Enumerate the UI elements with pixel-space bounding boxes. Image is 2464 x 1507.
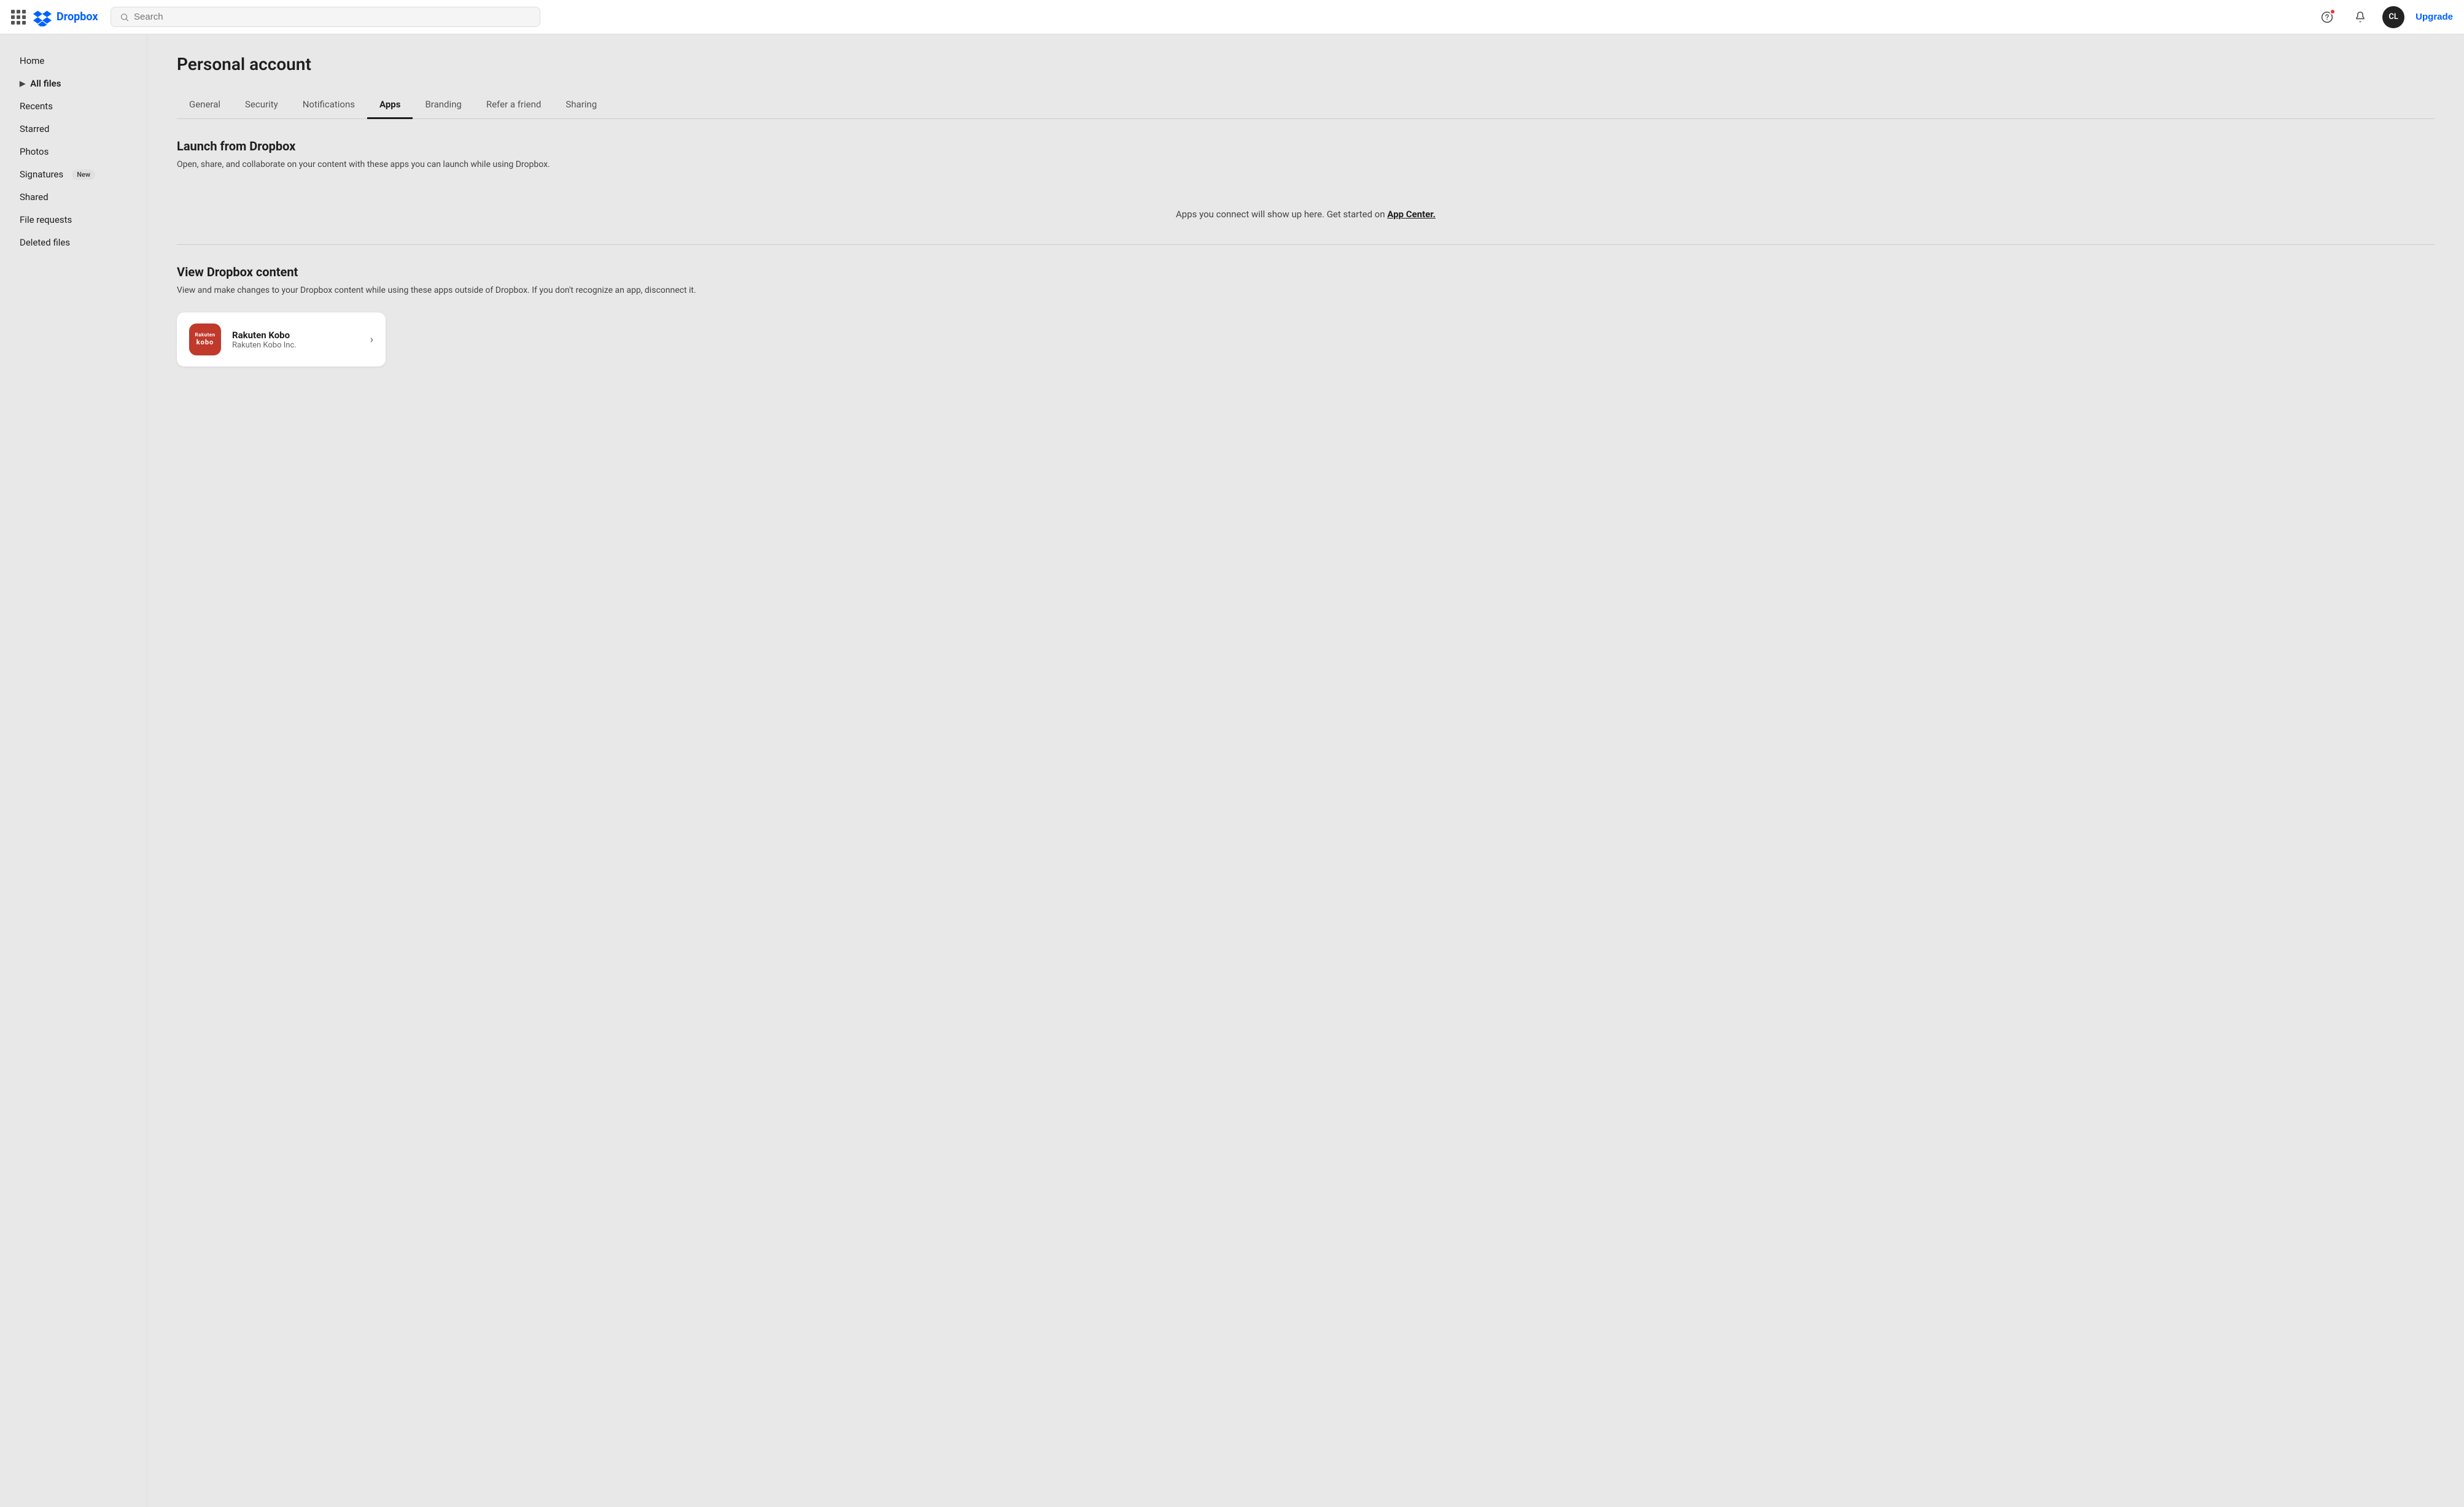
tab-general[interactable]: General [177, 91, 233, 119]
view-section: View Dropbox content View and make chang… [177, 265, 2435, 366]
tabs: General Security Notifications Apps Bran… [177, 91, 2435, 119]
avatar[interactable]: CL [2382, 6, 2404, 28]
layout: Home ▶ All files Recents Starred Photos … [0, 34, 2464, 1507]
app-icon-bottom-text: kobo [196, 338, 214, 346]
help-badge [2330, 9, 2336, 15]
view-section-title: View Dropbox content [177, 265, 2435, 279]
sidebar-item-label: File requests [20, 214, 72, 225]
sidebar-item-recents[interactable]: Recents [5, 95, 142, 117]
logo-text: Dropbox [56, 10, 98, 23]
sidebar-item-home[interactable]: Home [5, 50, 142, 72]
app-card-rakuten[interactable]: Rakuten kobo Rakuten Kobo Rakuten Kobo I… [177, 312, 386, 366]
sidebar-item-label: Signatures [20, 169, 63, 180]
help-button[interactable] [2316, 6, 2338, 28]
launch-empty-state: Apps you connect will show up here. Get … [177, 187, 2435, 239]
grid-menu-icon[interactable] [11, 10, 26, 25]
tab-sharing[interactable]: Sharing [553, 91, 609, 119]
main-content: Personal account General Security Notifi… [147, 34, 2464, 1507]
section-divider [177, 244, 2435, 245]
search-icon [120, 12, 129, 22]
search-input[interactable] [134, 12, 531, 22]
tab-notifications[interactable]: Notifications [290, 91, 367, 119]
sidebar-item-file-requests[interactable]: File requests [5, 209, 142, 231]
app-center-link[interactable]: App Center. [1387, 209, 1436, 220]
dropbox-logo[interactable]: Dropbox [33, 8, 98, 26]
sidebar-item-shared[interactable]: Shared [5, 186, 142, 208]
tab-branding[interactable]: Branding [413, 91, 473, 119]
sidebar-item-label: Photos [20, 146, 49, 157]
topbar-right: CL Upgrade [2316, 6, 2453, 28]
launch-section-desc: Open, share, and collaborate on your con… [177, 160, 2435, 169]
sidebar-item-all-files[interactable]: ▶ All files [5, 72, 142, 95]
sidebar: Home ▶ All files Recents Starred Photos … [0, 34, 147, 1507]
app-icon-top-text: Rakuten [195, 333, 215, 338]
empty-message-pre: Apps you connect will show up here. Get … [1176, 209, 1387, 220]
app-name: Rakuten Kobo [232, 330, 352, 341]
app-info: Rakuten Kobo Rakuten Kobo Inc. [232, 330, 352, 350]
sidebar-item-signatures[interactable]: Signatures New [5, 163, 142, 185]
launch-section-title: Launch from Dropbox [177, 139, 2435, 153]
view-section-desc: View and make changes to your Dropbox co… [177, 285, 2435, 295]
sidebar-item-photos[interactable]: Photos [5, 141, 142, 163]
search-bar[interactable] [111, 7, 540, 27]
sidebar-item-deleted-files[interactable]: Deleted files [5, 231, 142, 254]
new-badge: New [72, 169, 95, 180]
sidebar-item-label: All files [30, 78, 61, 89]
tab-refer[interactable]: Refer a friend [474, 91, 554, 119]
sidebar-item-label: Shared [20, 192, 49, 203]
tab-security[interactable]: Security [233, 91, 290, 119]
app-company: Rakuten Kobo Inc. [232, 341, 352, 350]
page-title: Personal account [177, 54, 2435, 74]
sidebar-item-starred[interactable]: Starred [5, 118, 142, 140]
tab-apps[interactable]: Apps [367, 91, 413, 119]
sidebar-item-label: Home [20, 55, 44, 66]
chevron-right-icon: ▶ [20, 79, 25, 88]
sidebar-item-label: Starred [20, 123, 49, 134]
sidebar-item-label: Recents [20, 101, 53, 112]
upgrade-button[interactable]: Upgrade [2415, 12, 2453, 22]
notifications-bell-button[interactable] [2349, 6, 2371, 28]
topbar: Dropbox CL Upgrade [0, 0, 2464, 34]
app-icon: Rakuten kobo [189, 323, 221, 355]
launch-section: Launch from Dropbox Open, share, and col… [177, 139, 2435, 245]
sidebar-item-label: Deleted files [20, 237, 70, 248]
card-chevron-right-icon: › [370, 333, 373, 346]
